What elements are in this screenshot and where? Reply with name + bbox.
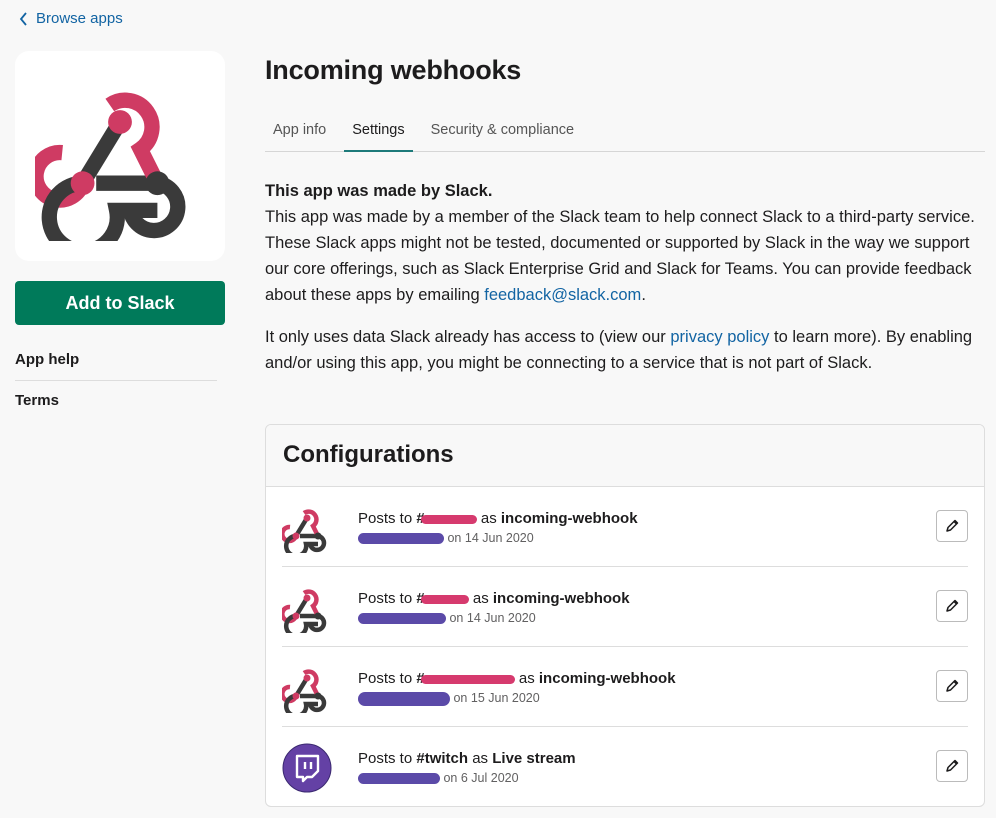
redacted-channel (420, 514, 477, 524)
as-label: as (468, 590, 493, 607)
webhook-icon (282, 669, 327, 713)
tab-bar: App info Settings Security & compliance (265, 113, 985, 152)
redacted-channel (420, 674, 515, 684)
made-by-period: . (641, 286, 646, 304)
redacted-channel (420, 594, 469, 604)
data-usage-text-pre: It only uses data Slack already has acce… (265, 328, 671, 346)
configuration-meta: on 6 Jul 2020 (358, 769, 576, 787)
tab-security-compliance[interactable]: Security & compliance (423, 113, 582, 151)
configuration-row: Posts to #twitch as Live stream on 6 Jul… (282, 727, 968, 806)
browse-apps-link[interactable]: Browse apps (19, 10, 123, 27)
configurations-title: Configurations (266, 425, 984, 487)
chevron-left-icon (19, 11, 27, 26)
feedback-email-link[interactable]: feedback@slack.com (484, 286, 641, 304)
redacted-author (358, 691, 450, 706)
privacy-policy-link[interactable]: privacy policy (670, 328, 769, 346)
edit-configuration-button[interactable] (936, 750, 968, 782)
twitch-icon (282, 743, 332, 793)
configuration-date: on 14 Jun 2020 (447, 531, 534, 545)
configuration-meta: on 14 Jun 2020 (358, 609, 630, 627)
webhook-icon (35, 92, 186, 241)
webhook-name: Live stream (492, 750, 576, 767)
configuration-target: Posts to # as incoming-webhook (358, 589, 630, 609)
page-title: Incoming webhooks (265, 55, 522, 85)
tab-app-info[interactable]: App info (265, 113, 334, 151)
as-label: as (476, 510, 501, 527)
configuration-meta: on 15 Jun 2020 (358, 689, 676, 707)
pencil-icon (946, 519, 959, 532)
configuration-row: Posts to # as incoming-webhook on 14 Jun… (282, 567, 968, 647)
edit-configuration-button[interactable] (936, 670, 968, 702)
configurations-card: Configurations Posts to # as incoming-we… (265, 424, 985, 807)
configuration-date: on 6 Jul 2020 (443, 771, 519, 785)
terms-link[interactable]: Terms (15, 380, 217, 421)
configuration-text: Posts to # as incoming-webhook on 14 Jun… (358, 509, 638, 547)
posts-to-label: Posts to (358, 750, 417, 767)
configuration-target: Posts to # as incoming-webhook (358, 669, 676, 689)
redacted-author (358, 773, 440, 785)
as-label: as (514, 670, 539, 687)
app-help-link[interactable]: App help (15, 340, 217, 380)
main-content: Incoming webhooks App info Settings Secu… (265, 51, 985, 376)
redacted-author (358, 613, 446, 625)
configuration-meta: on 14 Jun 2020 (358, 529, 638, 547)
made-by-section: This app was made by Slack. This app was… (265, 178, 985, 308)
pencil-icon (946, 599, 959, 612)
configuration-text: Posts to #twitch as Live stream on 6 Jul… (358, 749, 576, 787)
pencil-icon (946, 759, 959, 772)
configuration-target: Posts to # as incoming-webhook (358, 509, 638, 529)
tab-settings[interactable]: Settings (344, 113, 413, 152)
configuration-text: Posts to # as incoming-webhook on 14 Jun… (358, 589, 630, 627)
browse-apps-label: Browse apps (36, 10, 123, 27)
configuration-date: on 14 Jun 2020 (449, 611, 536, 625)
webhook-icon (282, 589, 327, 633)
configuration-target: Posts to #twitch as Live stream (358, 749, 576, 769)
webhook-name: incoming-webhook (500, 510, 638, 527)
posts-to-label: Posts to (358, 670, 417, 687)
sidebar-links: App help Terms (15, 340, 217, 421)
webhook-name: incoming-webhook (492, 590, 630, 607)
posts-to-label: Posts to (358, 510, 417, 527)
configuration-row: Posts to # as incoming-webhook on 15 Jun… (282, 647, 968, 727)
webhook-name: incoming-webhook (538, 670, 676, 687)
made-by-body: This app was made by a member of the Sla… (265, 204, 985, 308)
pencil-icon (946, 679, 959, 692)
edit-configuration-button[interactable] (936, 590, 968, 622)
add-to-slack-button[interactable]: Add to Slack (15, 281, 225, 325)
webhook-icon (282, 509, 327, 553)
data-usage-paragraph: It only uses data Slack already has acce… (265, 324, 985, 376)
as-label: as (468, 750, 493, 767)
configuration-text: Posts to # as incoming-webhook on 15 Jun… (358, 669, 676, 707)
channel-name: #twitch (416, 750, 469, 767)
app-logo-card (15, 51, 225, 261)
edit-configuration-button[interactable] (936, 510, 968, 542)
posts-to-label: Posts to (358, 590, 417, 607)
configuration-date: on 15 Jun 2020 (453, 691, 540, 705)
made-by-heading: This app was made by Slack. (265, 182, 493, 200)
configuration-row: Posts to # as incoming-webhook on 14 Jun… (282, 487, 968, 567)
redacted-author (358, 533, 444, 545)
